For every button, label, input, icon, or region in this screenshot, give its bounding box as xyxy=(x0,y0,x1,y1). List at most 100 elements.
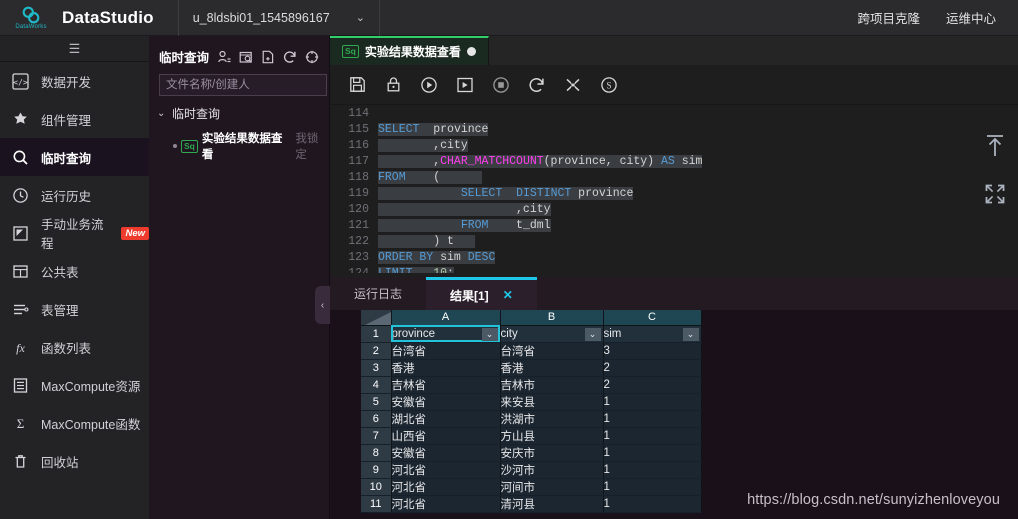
editor-tab-query[interactable]: Sq 实验结果数据查看 xyxy=(330,36,489,65)
results-tab-strip: 运行日志 结果[1] ✕ xyxy=(330,277,1018,310)
table-cell[interactable]: 山西省 xyxy=(391,427,501,445)
row-number[interactable]: 1 xyxy=(361,325,392,343)
sidebar-item-ad-hoc-query[interactable]: 临时查询 xyxy=(0,138,149,176)
row-number[interactable]: 3 xyxy=(361,359,392,377)
sidebar-item-manual-workflow[interactable]: 手动业务流程 New xyxy=(0,214,149,252)
table-cell[interactable]: 吉林省 xyxy=(391,376,501,394)
add-person-icon[interactable] xyxy=(216,49,231,64)
grid-corner-cell[interactable] xyxy=(361,310,392,326)
sidebar-item-component-management[interactable]: 组件管理 xyxy=(0,100,149,138)
format-icon[interactable] xyxy=(560,72,586,98)
cell-value: 1 xyxy=(603,429,610,442)
table-cell[interactable]: 1 xyxy=(603,444,702,462)
row-number[interactable]: 7 xyxy=(361,427,392,445)
run-step-icon[interactable] xyxy=(452,72,478,98)
table-cell[interactable]: 1 xyxy=(603,478,702,496)
sql-code-editor[interactable]: 114 115 SELECT province 116 ,city 117 ,CHAR_… xyxy=(330,105,1018,273)
cost-icon[interactable]: S xyxy=(596,72,622,98)
code-text: FROM t_dml xyxy=(378,218,551,232)
tree-node-ad-hoc-query[interactable]: ⌄ 临时查询 xyxy=(149,96,329,124)
folder-search-icon[interactable] xyxy=(238,49,253,64)
table-cell[interactable]: 安庆市 xyxy=(500,444,604,462)
refresh-icon[interactable] xyxy=(282,49,297,64)
sidebar-item-function-list[interactable]: fx 函数列表 xyxy=(0,328,149,366)
sql-file-icon: Sq xyxy=(342,45,359,58)
table-cell[interactable]: 台湾省 xyxy=(500,342,604,360)
row-number[interactable]: 6 xyxy=(361,410,392,428)
table-cell[interactable]: 洪湖市 xyxy=(500,410,604,428)
table-cell[interactable]: 1 xyxy=(603,495,702,513)
table-cell[interactable]: 1 xyxy=(603,427,702,445)
chevron-down-icon[interactable]: ⌄ xyxy=(584,327,601,341)
chevron-down-icon[interactable]: ⌄ xyxy=(481,327,498,341)
new-file-icon[interactable] xyxy=(260,49,275,64)
fullscreen-icon[interactable] xyxy=(984,183,1006,210)
sidebar-item-public-tables[interactable]: 公共表 xyxy=(0,252,149,290)
dataworks-logo[interactable]: DataWorks xyxy=(0,0,62,36)
stop-icon[interactable] xyxy=(488,72,514,98)
divider xyxy=(378,0,380,36)
row-number[interactable]: 5 xyxy=(361,393,392,411)
table-cell[interactable]: 2 xyxy=(603,359,702,377)
table-cell[interactable]: 安徽省 xyxy=(391,444,501,462)
chevron-down-icon[interactable]: ⌄ xyxy=(682,327,699,341)
table-cell[interactable]: 河北省 xyxy=(391,478,501,496)
sidebar-item-data-development[interactable]: </> 数据开发 xyxy=(0,62,149,100)
cell-value: 山西省 xyxy=(391,430,427,443)
cross-project-clone-button[interactable]: 跨项目克隆 xyxy=(857,8,920,27)
code-token: 10 xyxy=(433,266,448,273)
table-cell[interactable]: 香港 xyxy=(500,359,604,377)
table-cell[interactable]: 1 xyxy=(603,410,702,428)
table-cell[interactable]: 来安县 xyxy=(500,393,604,411)
column-name-cell[interactable]: sim ⌄ xyxy=(603,325,702,343)
column-name-cell[interactable]: province ⌄ xyxy=(391,325,501,343)
tab-result[interactable]: 结果[1] ✕ xyxy=(426,277,537,310)
save-icon[interactable] xyxy=(344,72,370,98)
search-input[interactable] xyxy=(159,74,327,96)
result-grid[interactable]: A B C 1 province ⌄ city ⌄ sim ⌄ 2 台湾省 台湾省 3 3 香港 香港 2 4… xyxy=(361,310,702,513)
sidebar-item-maxcompute-function[interactable]: Σ MaxCompute函数 xyxy=(0,404,149,442)
table-cell[interactable]: 吉林市 xyxy=(500,376,604,394)
row-number[interactable]: 8 xyxy=(361,444,392,462)
column-letter-c[interactable]: C xyxy=(603,310,702,326)
tree-leaf-query-file[interactable]: Sq 实验结果数据查看 我锁定 xyxy=(149,124,329,162)
target-icon[interactable] xyxy=(304,49,319,64)
table-cell[interactable]: 河北省 xyxy=(391,495,501,513)
row-number[interactable]: 2 xyxy=(361,342,392,360)
tab-run-log[interactable]: 运行日志 xyxy=(330,277,426,310)
table-cell[interactable]: 清河县 xyxy=(500,495,604,513)
column-name-cell[interactable]: city ⌄ xyxy=(500,325,604,343)
column-letter-a[interactable]: A xyxy=(391,310,501,326)
row-number[interactable]: 4 xyxy=(361,376,392,394)
table-cell[interactable]: 香港 xyxy=(391,359,501,377)
row-number[interactable]: 10 xyxy=(361,478,392,496)
sidebar-collapse-button[interactable]: ☰ xyxy=(0,36,149,62)
table-cell[interactable]: 2 xyxy=(603,376,702,394)
project-selector[interactable]: u_8ldsbi01_1545896167 ⌄ xyxy=(179,0,379,36)
table-cell[interactable]: 安徽省 xyxy=(391,393,501,411)
sidebar-item-maxcompute-resource[interactable]: MaxCompute资源 xyxy=(0,366,149,404)
run-icon[interactable] xyxy=(416,72,442,98)
panel-collapse-handle[interactable]: ‹ xyxy=(315,286,330,324)
scroll-to-top-icon[interactable] xyxy=(984,133,1006,164)
table-cell[interactable]: 河北省 xyxy=(391,461,501,479)
sidebar-item-recycle-bin[interactable]: 回收站 xyxy=(0,442,149,480)
table-cell[interactable]: 台湾省 xyxy=(391,342,501,360)
column-letter-b[interactable]: B xyxy=(500,310,604,326)
table-cell[interactable]: 1 xyxy=(603,461,702,479)
table-cell[interactable]: 沙河市 xyxy=(500,461,604,479)
table-cell[interactable]: 方山县 xyxy=(500,427,604,445)
refresh-icon[interactable] xyxy=(524,72,550,98)
tab-label: 运行日志 xyxy=(354,287,403,301)
close-icon[interactable]: ✕ xyxy=(503,288,513,302)
sidebar-item-table-management[interactable]: 表管理 xyxy=(0,290,149,328)
row-number[interactable]: 9 xyxy=(361,461,392,479)
table-cell[interactable]: 3 xyxy=(603,342,702,360)
table-cell[interactable]: 河间市 xyxy=(500,478,604,496)
table-cell[interactable]: 1 xyxy=(603,393,702,411)
lock-icon[interactable] xyxy=(380,72,406,98)
row-number[interactable]: 11 xyxy=(361,495,392,513)
operation-center-button[interactable]: 运维中心 xyxy=(946,8,996,27)
sidebar-item-run-history[interactable]: 运行历史 xyxy=(0,176,149,214)
table-cell[interactable]: 湖北省 xyxy=(391,410,501,428)
